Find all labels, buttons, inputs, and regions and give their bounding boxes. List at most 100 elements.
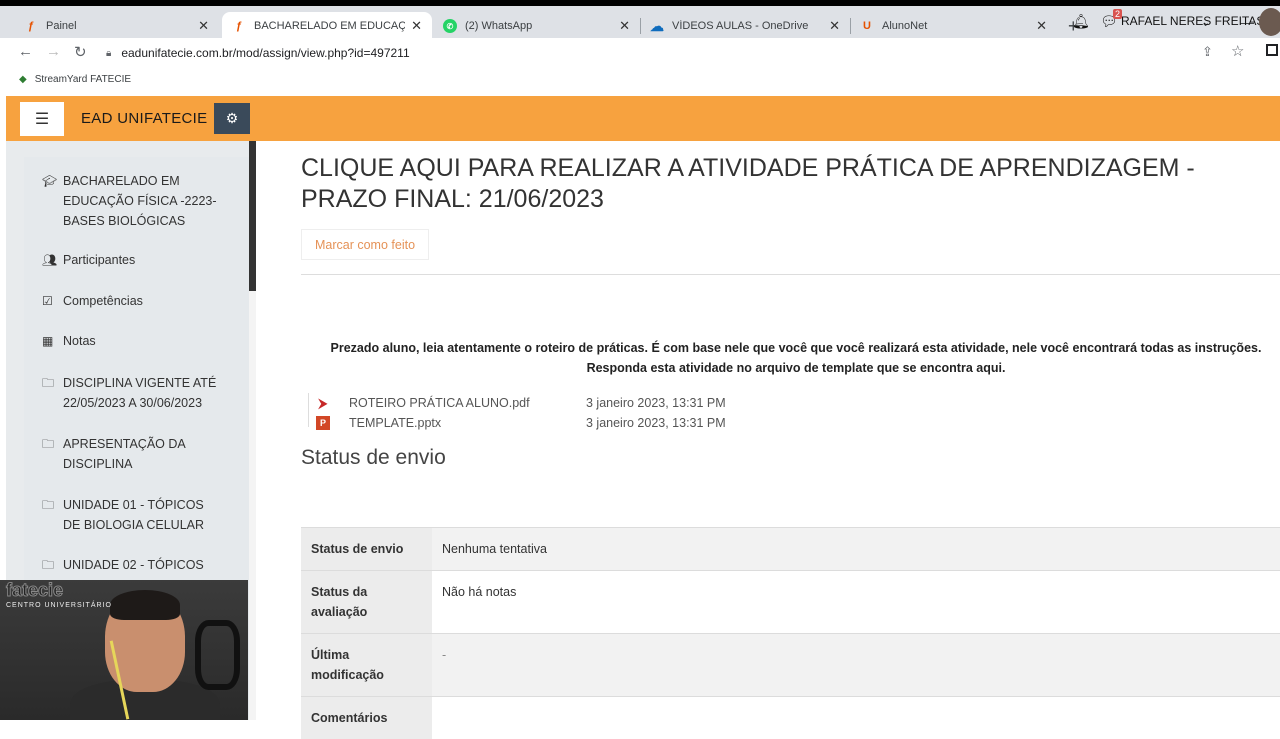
file-row: ⮞ ROTEIRO PRÁTICA ALUNO.pdf 3 janeiro 20… [308,393,808,413]
status-key: Status de envio [301,528,432,571]
hamburger-icon: ☰ [35,109,49,129]
bell-icon[interactable]: 🔔︎ [1072,13,1090,30]
table-row: Status da avaliação Não há notas [301,571,1280,634]
share-icon[interactable]: ⇪ [1202,44,1213,60]
site-name[interactable]: EAD UNIFATECIE [81,110,207,127]
onedrive-icon: ☁ [650,19,664,33]
close-icon[interactable]: ✕ [411,18,422,34]
user-name[interactable]: RAFAEL NERES FREITAS [1121,14,1264,28]
close-icon[interactable]: ✕ [1036,18,1047,34]
file-date: 3 janeiro 2023, 13:31 PM [586,396,786,410]
pptx-icon: P [316,416,330,430]
sidebar-item-notas[interactable]: ▦ Notas [42,331,223,351]
mark-as-done-button[interactable]: Marcar como feito [301,229,429,260]
sidebar-item-disciplina-vigente[interactable]: 🗀 DISCIPLINA VIGENTE ATÉ 22/05/2023 A 30… [42,373,223,413]
alunonet-icon: U [860,19,874,33]
table-row: Comentários [301,697,1280,739]
intro-line-1: Prezado aluno, leia atentamente o roteir… [301,338,1280,358]
tab-whatsapp[interactable]: ✆ (2) WhatsApp ✕ [433,12,640,40]
microphone [195,620,240,690]
status-key: Última modificação [301,634,432,697]
tab-title: AlunoNet [882,20,1030,32]
status-key: Status da avaliação [301,571,432,634]
address-bar-row: ← → ↻ 🔒︎ eadunifatecie.com.br/mod/assign… [0,38,1280,68]
sidebar-item-label: APRESENTAÇÃO DA DISCIPLINA [63,434,223,474]
file-link[interactable]: ROTEIRO PRÁTICA ALUNO.pdf [349,396,586,410]
fatecie-logo-subtitle: CENTRO UNIVERSITÁRIO [6,602,112,609]
sidebar-item-label: DISCIPLINA VIGENTE ATÉ 22/05/2023 A 30/0… [63,373,223,413]
close-icon[interactable]: ✕ [198,18,209,34]
table-row: Status de envio Nenhuma tentativa [301,528,1280,571]
graduation-cap-icon: 🎓︎ [42,171,63,231]
url-text: eadunifatecie.com.br/mod/assign/view.php… [121,46,409,60]
streamyard-icon: ◆ [19,74,27,85]
forward-arrow-icon[interactable]: → [46,43,61,60]
assignment-intro: Prezado aluno, leia atentamente o roteir… [301,338,1280,378]
tab-title: BACHARELADO EM EDUCAÇÃO [254,20,405,32]
tab-alunonet[interactable]: U AlunoNet ✕ [850,12,1057,40]
table-icon: ▦ [42,331,63,351]
fatecie-f-icon: ƒ [24,19,38,33]
page-title: CLIQUE AQUI PARA REALIZAR A ATIVIDADE PR… [301,153,1261,215]
back-arrow-icon[interactable]: ← [18,43,33,60]
side-panel-icon[interactable] [1266,44,1278,56]
bookmarks-bar: ◆ StreamYard FATECIE [0,68,1280,94]
tab-title: (2) WhatsApp [465,20,613,32]
lock-icon: 🔒︎ [106,48,111,59]
status-value: Não há notas [432,571,1280,634]
sidebar-item-label: UNIDADE 01 - TÓPICOS DE BIOLOGIA CELULAR [63,495,223,535]
bookmark-star-icon[interactable]: ☆ [1231,42,1244,60]
attached-files: ⮞ ROTEIRO PRÁTICA ALUNO.pdf 3 janeiro 20… [308,393,808,433]
bookmark-streamyard[interactable]: ◆ StreamYard FATECIE [19,74,131,85]
status-value [432,697,1280,739]
submission-status-table: Status de envio Nenhuma tentativa Status… [301,527,1280,739]
menu-toggle-button[interactable]: ☰ [20,102,64,136]
presenter-hair [110,590,180,620]
sidebar-item-competencias[interactable]: ☑ Competências [42,291,223,311]
webcam-overlay: fatecie CENTRO UNIVERSITÁRIO [0,580,248,720]
whatsapp-icon: ✆ [443,19,457,33]
sidebar-item-apresentacao[interactable]: 🗀 APRESENTAÇÃO DA DISCIPLINA [42,434,223,474]
reload-icon[interactable]: ↻ [74,43,87,61]
status-value: - [432,634,1280,697]
fatecie-f-icon: ƒ [232,19,246,33]
settings-button[interactable]: ⚙ [214,103,250,134]
fatecie-logo: fatecie [6,580,63,601]
sidebar-item-label: Notas [63,331,223,351]
main-content: CLIQUE AQUI PARA REALIZAR A ATIVIDADE PR… [256,141,1280,720]
sidebar-scrollbar-track[interactable] [249,291,256,720]
tab-onedrive[interactable]: ☁ VÍDEOS AULAS - OneDrive ✕ [640,12,850,40]
folder-icon: 🗀 [42,495,63,535]
file-date: 3 janeiro 2023, 13:31 PM [586,416,786,430]
sidebar-scrollbar-thumb[interactable] [249,141,256,291]
bookmark-label: StreamYard FATECIE [35,74,131,85]
pdf-icon: ⮞ [316,396,330,410]
sidebar-item-course[interactable]: 🎓︎ BACHARELADO EM EDUCAÇÃO FÍSICA -2223-… [42,171,223,231]
close-icon[interactable]: ✕ [619,18,630,34]
divider [301,274,1280,275]
table-row: Última modificação - [301,634,1280,697]
file-row: P TEMPLATE.pptx 3 janeiro 2023, 13:31 PM [308,413,808,433]
avatar[interactable] [1259,8,1280,36]
tab-title: VÍDEOS AULAS - OneDrive [672,20,823,32]
tab-title: Painel [46,20,192,32]
status-key: Comentários [301,697,432,739]
sidebar-item-label: BACHARELADO EM EDUCAÇÃO FÍSICA -2223-BAS… [63,171,223,231]
close-icon[interactable]: ✕ [829,18,840,34]
tab-painel[interactable]: ƒ Painel ✕ [14,12,219,40]
site-header: ☰ EAD UNIFATECIE ⚙ [6,96,1280,141]
file-link[interactable]: TEMPLATE.pptx [349,416,586,430]
users-icon: 👥︎ [42,250,63,270]
checkbox-icon: ☑ [42,291,63,311]
sidebar-item-label: Competências [63,291,223,311]
sidebar-item-label: Participantes [63,250,223,270]
folder-icon: 🗀 [42,373,63,413]
sidebar-item-participantes[interactable]: 👥︎ Participantes [42,250,223,270]
tab-bacharelado[interactable]: ƒ BACHARELADO EM EDUCAÇÃO ✕ [222,12,432,40]
status-heading: Status de envio [301,446,446,470]
sidebar-item-unidade-01[interactable]: 🗀 UNIDADE 01 - TÓPICOS DE BIOLOGIA CELUL… [42,495,223,535]
status-value: Nenhuma tentativa [432,528,1280,571]
intro-line-2: Responda esta atividade no arquivo de te… [301,358,1280,378]
url-field[interactable]: 🔒︎ eadunifatecie.com.br/mod/assign/view.… [106,41,1256,65]
folder-icon: 🗀 [42,434,63,474]
